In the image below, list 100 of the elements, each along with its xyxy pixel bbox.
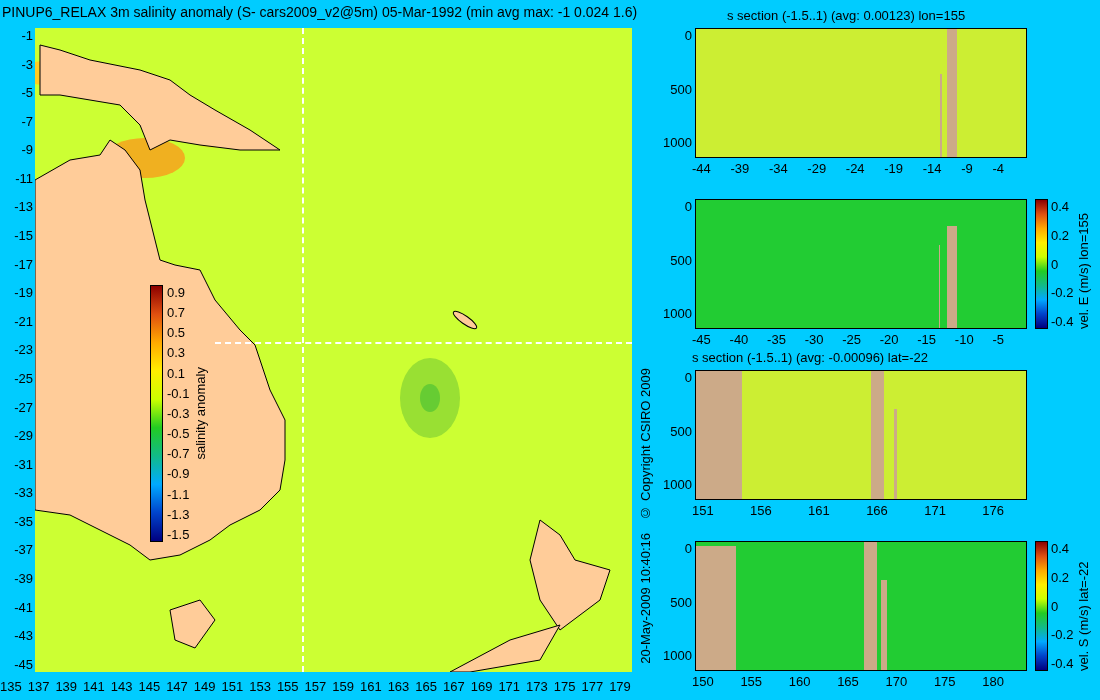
longitude-label: 149: [193, 678, 216, 694]
longitude-label: 147: [166, 678, 188, 694]
latitude-label: -41: [14, 599, 33, 615]
axis-label: -25: [842, 331, 861, 347]
longitude-label: 163: [387, 678, 410, 694]
colorbar-tick-label: 0.2: [1051, 569, 1071, 585]
colorbar-tick-label: -0.3: [167, 405, 190, 421]
depth-label: 1000: [663, 135, 692, 150]
latitude-label: -45: [14, 656, 33, 672]
axis-label: -9: [961, 160, 973, 176]
axis-label: -19: [884, 160, 904, 176]
longitude-label: 171: [498, 678, 521, 694]
colorbar-tick-label: 0.3: [167, 345, 187, 361]
longitude-label: 173: [526, 678, 548, 694]
colorbar-tick-label: -0.7: [167, 446, 190, 462]
colorbar-tick-label: -1.1: [167, 486, 190, 502]
longitude-label: 179: [609, 678, 631, 694]
colorbar-tick-label: 0.7: [167, 305, 187, 321]
depth-label: 0: [684, 370, 692, 385]
axis-label: 180: [982, 673, 1004, 689]
longitude-label: 175: [553, 678, 576, 694]
colorbar-tick-label: -1.5: [167, 526, 190, 542]
axis-label: -44: [692, 160, 711, 176]
axis-label: -5: [992, 331, 1004, 347]
colorbar-tick-label: 0.4: [1051, 199, 1071, 214]
colorbar-tick-label: -0.2: [1051, 627, 1074, 643]
axis-label: -14: [922, 160, 942, 176]
axis-label: -29: [807, 160, 827, 176]
latitude-label: -3: [21, 56, 33, 72]
longitude-label: 169: [470, 678, 493, 694]
colorbar-tick-label: -0.9: [167, 466, 190, 482]
colorbar-label: salinity anomaly: [193, 367, 209, 460]
latitude-label: -31: [14, 456, 33, 472]
axis-label: 156: [750, 502, 772, 518]
longitude-label: 141: [83, 678, 105, 694]
latitude-label: -5: [21, 85, 33, 101]
colorbar-tick-label: 0.5: [167, 325, 187, 341]
axis-label: 176: [982, 502, 1004, 518]
colorbar-tick-label: 0.1: [167, 365, 187, 381]
axis-label: -10: [954, 331, 974, 347]
latitude-label: -15: [14, 228, 33, 244]
depth-label: 1000: [663, 477, 692, 492]
latitude-label: -7: [21, 113, 33, 129]
colorbar-tick-label: 0: [1051, 598, 1060, 614]
axis-label: -24: [845, 160, 865, 176]
colorbar-tick-label: 0.9: [167, 285, 187, 300]
longitude-label: 139: [55, 678, 78, 694]
depth-label: 1000: [663, 306, 692, 321]
latitude-label: -9: [21, 142, 33, 158]
axis-label: 150: [692, 673, 714, 689]
section-title: s section (-1.5..1) (avg: -0.00096) lat=-22: [692, 349, 928, 367]
latitude-label: -39: [14, 571, 33, 586]
longitude-label: 155: [276, 678, 299, 694]
longitude-label: 143: [110, 678, 133, 694]
axis-label: 155: [740, 673, 763, 689]
longitude-label: 161: [359, 678, 382, 694]
axis-label: -34: [768, 160, 788, 176]
depth-label: 1000: [663, 648, 692, 663]
colorbar-label: vel. E (m/s) lon=155: [1076, 212, 1092, 329]
latitude-label: -33: [14, 485, 33, 501]
depth-label: 0: [684, 199, 692, 214]
axis-label: 165: [837, 673, 859, 689]
depth-label: 0: [684, 28, 692, 43]
colorbar-tick-label: -0.4: [1051, 314, 1074, 329]
longitude-label: 167: [443, 678, 465, 694]
section-title: s section (-1.5..1) (avg: 0.00123) lon=155: [727, 7, 966, 25]
axis-label: -20: [879, 331, 899, 347]
latitude-label: -25: [14, 370, 33, 386]
latitude-label: -43: [14, 628, 33, 644]
latitude-label: -19: [14, 285, 33, 301]
colorbar-tick-label: 0: [1051, 256, 1060, 272]
latitude-label: -11: [15, 170, 33, 186]
depth-label: 0: [684, 541, 692, 556]
axis-label: -35: [767, 331, 786, 347]
colorbar-label: vel. S (m/s) lat=-22: [1076, 560, 1092, 671]
axis-label: 166: [866, 502, 888, 518]
latitude-label: -17: [14, 256, 33, 272]
longitude-label: 165: [415, 678, 437, 694]
colorbar-tick-label: 0.2: [1051, 227, 1071, 243]
longitude-label: 153: [249, 678, 271, 694]
longitude-label: 145: [138, 678, 161, 694]
axis-label: -40: [729, 331, 749, 347]
axis-label: -39: [730, 160, 750, 176]
latitude-label: -13: [14, 199, 33, 215]
longitude-label: 177: [581, 678, 604, 694]
latitude-label: -1: [21, 28, 33, 43]
latitude-label: -21: [14, 313, 33, 329]
colorbar-tick-label: 0.4: [1051, 541, 1071, 556]
longitude-label: 137: [27, 678, 50, 694]
colorbar-tick-label: -0.2: [1051, 285, 1074, 301]
colorbar-tick-label: -0.5: [167, 426, 190, 442]
depth-label: 500: [670, 252, 692, 268]
axis-label: -45: [692, 331, 711, 347]
latitude-label: -29: [14, 428, 33, 444]
credit-text: 20-May-2009 10:40:16: [638, 533, 653, 664]
plot-title: PINUP6_RELAX 3m salinity anomaly (S- cars2009_v2@5m) 05-Mar-1992 (min avg max: -1 0.024 1.6): [1, 3, 639, 22]
longitude-label: 157: [304, 678, 327, 694]
axis-label: 171: [924, 502, 946, 518]
axis-label: -30: [804, 331, 824, 347]
colorbar-tick-label: -0.1: [167, 385, 190, 401]
